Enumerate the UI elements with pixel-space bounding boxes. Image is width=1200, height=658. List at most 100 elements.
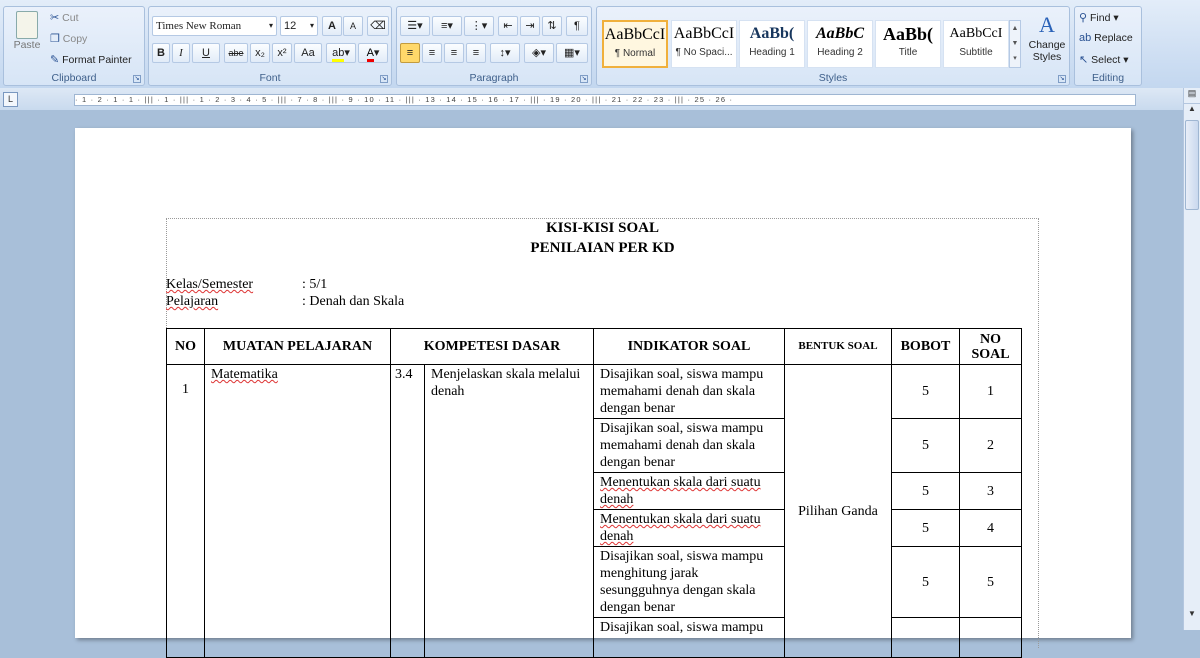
line-spacing-button[interactable]: ↕▾ xyxy=(490,43,520,63)
paste-button[interactable]: Paste xyxy=(8,9,46,65)
decrease-indent-button[interactable]: ⇤ xyxy=(498,16,518,36)
paragraph-group-label: Paragraph xyxy=(469,72,519,84)
ruler-text: · 1 · 2 · 1 · 1 · ||| · 1 · ||| · 1 · 2 … xyxy=(75,95,734,104)
change-case-button[interactable]: Aa xyxy=(294,43,322,63)
style-no-spacing[interactable]: AaBbCcI ¶ No Spaci... xyxy=(671,20,737,68)
find-label: Find xyxy=(1089,12,1111,24)
copy-button[interactable]: ❐ Copy xyxy=(50,32,87,45)
scroll-down-icon[interactable]: ▼ xyxy=(1184,609,1200,618)
indikator-text: Menentukan skala dari suatu denah xyxy=(600,512,761,544)
change-styles-label: Change Styles xyxy=(1028,39,1066,63)
kelas-label: Kelas/Semester xyxy=(166,277,254,292)
increase-indent-button[interactable]: ⇥ xyxy=(520,16,540,36)
styles-launcher-icon[interactable]: ↘ xyxy=(1058,75,1066,83)
pelajaran-line: Pelajaran : Denah dan Skala xyxy=(166,294,404,310)
row-bobot: 5 xyxy=(891,364,960,419)
font-launcher-icon[interactable]: ↘ xyxy=(380,75,388,83)
select-label: Select xyxy=(1091,54,1121,66)
select-button[interactable]: ↖ Select ▾ xyxy=(1079,53,1129,66)
document-subtitle: PENILAIAN PER KD xyxy=(530,240,675,256)
style-subtitle[interactable]: AaBbCcI Subtitle xyxy=(943,20,1009,68)
shading-button[interactable]: ◈▾ xyxy=(524,43,554,63)
styles-group: AaBbCcI ¶ Normal AaBbCcI ¶ No Spaci... AaB… xyxy=(596,6,1070,86)
paragraph-launcher-icon[interactable]: ↘ xyxy=(580,75,588,83)
styles-scroll[interactable]: ▲ ▼ ▾ xyxy=(1009,20,1021,68)
align-left-button[interactable]: ≡ xyxy=(400,43,420,63)
document-page[interactable]: KISI-KISI SOAL PENILAIAN PER KD Kelas/Se… xyxy=(75,128,1131,658)
scroll-up-icon[interactable]: ▲ xyxy=(1184,104,1200,120)
align-center-button[interactable]: ≡ xyxy=(422,43,442,63)
font-group-label: Font xyxy=(259,72,281,84)
format-painter-label: Format Painter xyxy=(62,54,132,66)
header-no: NO xyxy=(166,328,205,365)
clipboard-launcher-icon[interactable]: ↘ xyxy=(133,75,141,83)
pelajaran-label: Pelajaran xyxy=(166,294,219,309)
style-name: ¶ Normal xyxy=(614,48,656,59)
font-color-button[interactable]: A▾ xyxy=(358,43,388,63)
row-bobot: 5 xyxy=(891,418,960,473)
italic-button[interactable]: I xyxy=(172,43,190,63)
replace-button[interactable]: ab Replace xyxy=(1079,32,1133,44)
row-bobot xyxy=(891,617,960,658)
shrink-font-button[interactable]: A xyxy=(343,16,363,36)
borders-button[interactable]: ▦▾ xyxy=(556,43,588,63)
row-bobot: 5 xyxy=(891,472,960,510)
find-button[interactable]: ⚲ Find ▾ xyxy=(1079,11,1119,24)
header-no-soal: NO SOAL xyxy=(959,328,1022,365)
row-no-soal: 5 xyxy=(959,546,1022,618)
justify-button[interactable]: ≡ xyxy=(466,43,486,63)
style-sample: AaBbC xyxy=(815,25,864,42)
strikethrough-button[interactable]: abe xyxy=(224,43,248,63)
style-heading-1[interactable]: AaBb(Heading 1 xyxy=(739,20,805,68)
highlight-button[interactable]: ab▾ xyxy=(326,43,356,63)
style-heading-2[interactable]: AaBbC Heading 2 xyxy=(807,20,873,68)
superscript-button[interactable]: x² xyxy=(272,43,292,63)
row-indikator: Disajikan soal, siswa mampu xyxy=(593,617,785,658)
sort-button[interactable]: ⇅ xyxy=(542,16,562,36)
style-name: Title xyxy=(898,47,918,58)
font-color-icon: A xyxy=(366,47,374,62)
view-ruler-icon[interactable]: ▤ xyxy=(1184,88,1200,104)
brush-icon: ✎ xyxy=(50,54,60,66)
header-bobot: BOBOT xyxy=(891,328,960,365)
paragraph-group: ☰▾ ≡▾ ⋮▾ ⇤ ⇥ ⇅ ¶ ≡ ≡ ≡ ≡ ↕▾ ◈▾ ▦▾ Paragr… xyxy=(396,6,592,86)
styles-group-label: Styles xyxy=(818,72,848,84)
underline-button[interactable]: U xyxy=(192,43,220,63)
multilevel-list-button[interactable]: ⋮▾ xyxy=(464,16,494,36)
header-muatan: MUATAN PELAJARAN xyxy=(204,328,391,365)
subscript-button[interactable]: x₂ xyxy=(250,43,270,63)
row-no-soal: 1 xyxy=(959,364,1022,419)
kelas-line: Kelas/Semester : 5/1 xyxy=(166,277,327,293)
style-normal[interactable]: AaBbCcI ¶ Normal xyxy=(602,20,668,68)
bold-button[interactable]: B xyxy=(152,43,170,63)
ruler-scale[interactable]: · 1 · 2 · 1 · 1 · ||| · 1 · ||| · 1 · 2 … xyxy=(74,94,1136,106)
chevron-down-icon: ▾ xyxy=(268,21,273,30)
row-bobot: 5 xyxy=(891,546,960,618)
vertical-scrollbar[interactable]: ▤ ▲ ▼ xyxy=(1183,88,1200,630)
style-sample: AaBb( xyxy=(749,25,795,42)
highlighter-icon: ab xyxy=(332,47,345,62)
row-indikator: Disajikan soal, siswa mampu memahami den… xyxy=(593,418,785,473)
scroll-thumb[interactable] xyxy=(1185,120,1199,210)
ribbon: Paste ✂ Cut ❐ Copy ✎ Format Painter Clip… xyxy=(0,0,1200,88)
tab-selector[interactable]: L xyxy=(3,92,18,107)
cut-button[interactable]: ✂ Cut xyxy=(50,11,78,24)
style-sample: AaBbCcI xyxy=(604,26,666,43)
cursor-icon: ↖ xyxy=(1079,54,1089,66)
row-kd-no: 3.4 xyxy=(390,364,425,658)
show-formatting-button[interactable]: ¶ xyxy=(566,16,588,36)
row-muatan: Matematika xyxy=(204,364,391,658)
editing-group: ⚲ Find ▾ ab Replace ↖ Select ▾ Editing xyxy=(1074,6,1142,86)
align-right-button[interactable]: ≡ xyxy=(444,43,464,63)
font-family-select[interactable]: Times New Roman ▾ xyxy=(152,16,277,36)
change-styles-button[interactable]: A Change Styles xyxy=(1025,11,1069,73)
numbering-button[interactable]: ≡▾ xyxy=(432,16,462,36)
header-kompetensi: KOMPETESI DASAR xyxy=(390,328,594,365)
grow-font-button[interactable]: A xyxy=(322,16,342,36)
clear-format-button[interactable]: ⌫ xyxy=(367,16,389,36)
bullets-button[interactable]: ☰▾ xyxy=(400,16,430,36)
copy-icon: ❐ xyxy=(50,33,60,45)
format-painter-button[interactable]: ✎ Format Painter xyxy=(50,53,132,66)
style-title[interactable]: AaBb(Title xyxy=(875,20,941,68)
font-size-select[interactable]: 12 ▾ xyxy=(280,16,318,36)
